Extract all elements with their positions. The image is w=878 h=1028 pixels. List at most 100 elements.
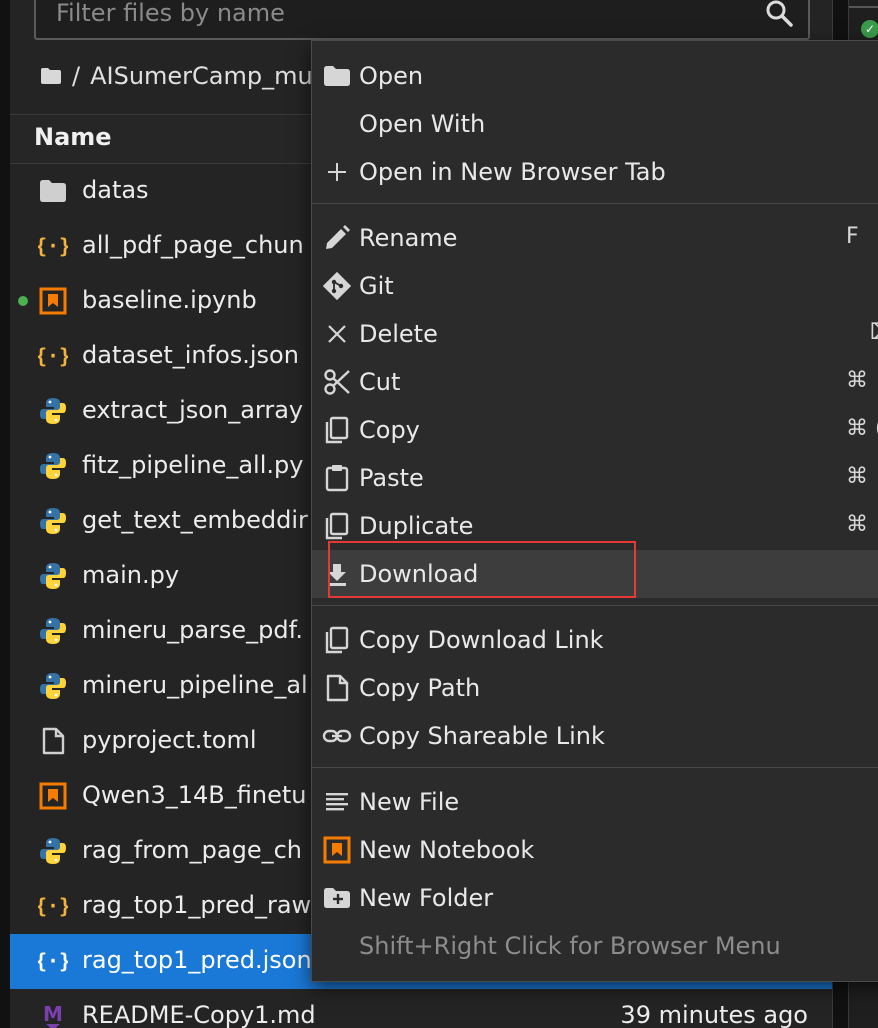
context-menu: Open Open With Open in New Browser Tab R… <box>311 40 878 982</box>
menu-item-open-new-tab[interactable]: Open in New Browser Tab <box>312 148 878 196</box>
filter-box <box>34 0 810 40</box>
menu-label: Duplicate <box>359 512 474 540</box>
copy-icon <box>322 625 352 655</box>
copy-icon <box>322 415 352 445</box>
file-icon <box>38 726 68 756</box>
python-icon <box>38 451 68 481</box>
file-name: get_text_embeddir <box>82 506 308 534</box>
duplicate-icon <box>322 511 352 541</box>
menu-item-open[interactable]: Open <box>312 52 878 100</box>
file-name: extract_json_array <box>82 396 304 424</box>
notebook-icon <box>322 835 352 865</box>
menu-label: New Notebook <box>359 836 535 864</box>
menu-label: Copy <box>359 416 420 444</box>
file-row[interactable]: M README-Copy1.md 39 minutes ago <box>10 989 832 1028</box>
file-name: mineru_parse_pdf. <box>82 616 303 644</box>
search-icon[interactable] <box>764 0 794 28</box>
modified-time: 39 minutes ago <box>620 1001 808 1028</box>
plus-icon <box>322 157 352 187</box>
breadcrumb: / AISumerCamp_mu <box>40 56 313 96</box>
file-name: fitz_pipeline_all.py <box>82 451 304 479</box>
menu-item-new-file[interactable]: New File <box>312 778 878 826</box>
menu-label: Open <box>359 62 424 90</box>
scissors-icon <box>322 367 352 397</box>
file-icon <box>322 673 352 703</box>
shortcut-label: ⌘ <box>846 368 868 393</box>
menu-hint-label: Shift+Right Click for Browser Menu <box>359 932 781 960</box>
menu-label: Cut <box>359 368 401 396</box>
file-name: main.py <box>82 561 180 589</box>
shortcut-label: ⌘ <box>846 512 868 537</box>
menu-item-cut[interactable]: Cut ⌘ <box>312 358 878 406</box>
download-icon <box>322 559 352 589</box>
menu-separator <box>312 203 878 204</box>
check-icon: ✓ <box>861 20 878 38</box>
json-icon: {·} <box>38 231 68 261</box>
menu-item-git[interactable]: Git <box>312 262 878 310</box>
svg-text:{·}: {·} <box>38 894 68 918</box>
menu-label: Paste <box>359 464 424 492</box>
folder-icon <box>322 61 352 91</box>
shortcut-label: ⌘ ( <box>846 416 878 441</box>
file-name: datas <box>82 176 149 204</box>
running-indicator <box>18 296 28 306</box>
column-name-header[interactable]: Name <box>34 123 112 151</box>
file-name: baseline.ipynb <box>82 286 257 314</box>
menu-item-new-folder[interactable]: New Folder <box>312 874 878 922</box>
menu-label: Delete <box>359 320 438 348</box>
menu-item-copy-shareable-link[interactable]: Copy Shareable Link <box>312 712 878 760</box>
menu-item-rename[interactable]: Rename F <box>312 214 878 262</box>
python-icon <box>38 561 68 591</box>
menu-item-copy[interactable]: Copy ⌘ ( <box>312 406 878 454</box>
file-name: pyproject.toml <box>82 726 257 754</box>
file-name: rag_top1_pred.json <box>82 946 312 974</box>
menu-separator <box>312 767 878 768</box>
menu-item-copy-path[interactable]: Copy Path <box>312 664 878 712</box>
menu-item-open-with[interactable]: Open With <box>312 100 878 148</box>
menu-label: New Folder <box>359 884 494 912</box>
menu-label: New File <box>359 788 460 816</box>
folder-icon <box>38 176 68 206</box>
menu-item-copy-download-link[interactable]: Copy Download Link <box>312 616 878 664</box>
menu-item-new-notebook[interactable]: New Notebook <box>312 826 878 874</box>
new-folder-icon <box>322 883 352 913</box>
menu-label: Open in New Browser Tab <box>359 158 666 186</box>
menu-label: Open With <box>359 110 486 138</box>
json-icon: {·} <box>38 341 68 371</box>
svg-text:{·}: {·} <box>38 949 68 973</box>
python-icon <box>38 836 68 866</box>
svg-text:{·}: {·} <box>38 344 68 368</box>
text-file-icon <box>322 787 352 817</box>
file-name: rag_top1_pred_raw <box>82 891 312 919</box>
menu-label: Copy Shareable Link <box>359 722 605 750</box>
python-icon <box>38 506 68 536</box>
python-icon <box>38 671 68 701</box>
python-icon <box>38 396 68 426</box>
folder-icon[interactable] <box>40 67 62 85</box>
file-name: all_pdf_page_chun <box>82 231 304 259</box>
menu-item-paste[interactable]: Paste ⌘ <box>312 454 878 502</box>
markdown-icon: M <box>38 1001 68 1028</box>
menu-item-duplicate[interactable]: Duplicate ⌘ <box>312 502 878 550</box>
pencil-icon <box>322 223 352 253</box>
filter-input[interactable] <box>54 0 738 30</box>
menu-label: Git <box>359 272 394 300</box>
shortcut-label: ⌦ <box>870 320 878 345</box>
file-name: mineru_pipeline_al <box>82 671 308 699</box>
breadcrumb-path[interactable]: AISumerCamp_mu <box>90 62 313 90</box>
menu-label: Copy Download Link <box>359 626 604 654</box>
notebook-icon <box>38 781 68 811</box>
shortcut-label: F <box>846 224 859 249</box>
menu-separator <box>312 605 878 606</box>
menu-label: Rename <box>359 224 458 252</box>
close-icon <box>322 319 352 349</box>
menu-item-download[interactable]: Download <box>312 550 878 598</box>
menu-label: Download <box>359 560 479 588</box>
menu-label: Copy Path <box>359 674 481 702</box>
link-icon <box>322 721 352 751</box>
shortcut-label: ⌘ <box>846 464 868 489</box>
file-name: Qwen3_14B_finetu <box>82 781 307 809</box>
menu-item-delete[interactable]: Delete ⌦ <box>312 310 878 358</box>
notebook-icon <box>38 286 68 316</box>
svg-text:{·}: {·} <box>38 234 68 258</box>
